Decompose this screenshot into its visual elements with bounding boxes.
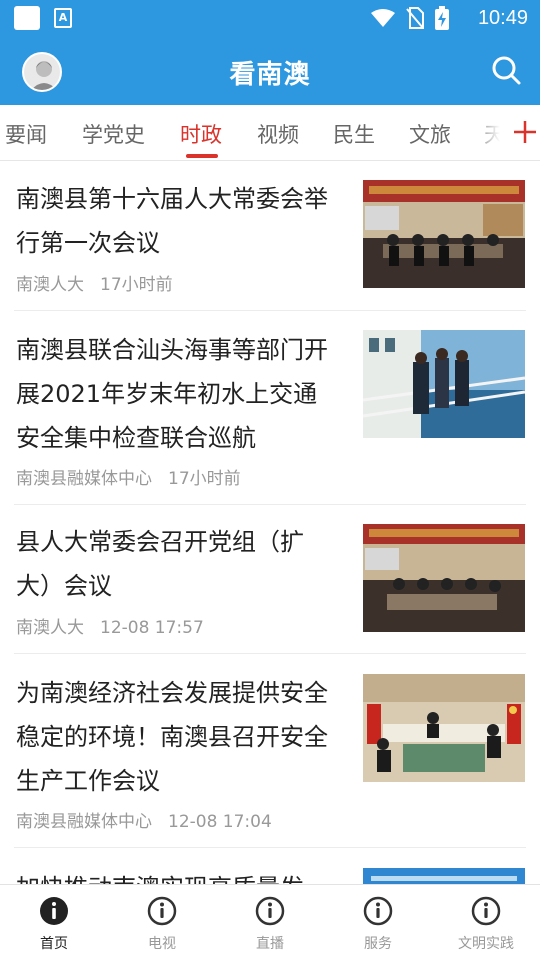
tab-fade (470, 105, 500, 160)
news-title: 南澳县联合汕头海事等部门开展2021年岁末年初水上交通安全集中检查联合巡航 (16, 336, 328, 452)
nav-label: 首页 (40, 936, 68, 952)
news-source: 南澳人大 (16, 618, 84, 638)
notification-square-icon (14, 6, 40, 30)
bottom-nav: 首页 电视 直播 服务 文明实践 (0, 884, 540, 960)
status-bar: A 10:49 (0, 0, 540, 36)
news-title: 为南澳经济社会发展提供安全稳定的环境！南澳县召开安全生产工作会议 (16, 679, 328, 795)
nav-label: 文明实践 (458, 936, 514, 952)
wifi-icon (371, 9, 395, 27)
news-title: 加快推动南澳实现高质量发 (16, 866, 346, 884)
news-time: 17小时前 (100, 275, 173, 295)
page-title: 看南澳 (229, 60, 311, 90)
news-time: 17小时前 (168, 469, 241, 489)
news-item[interactable]: 为南澳经济社会发展提供安全稳定的环境！南澳县召开安全生产工作会议 南澳县融媒体中… (0, 654, 540, 848)
ship-deck-photo (363, 330, 525, 438)
info-icon (471, 896, 501, 926)
news-title: 南澳县第十六届人大常委会举行第一次会议 (16, 185, 328, 257)
news-item[interactable]: 县人大常委会召开党组（扩大）会议 南澳人大 12-08 17:57 (0, 505, 540, 654)
info-icon (255, 896, 285, 926)
nav-services[interactable]: 服务 (324, 885, 432, 960)
news-time: 12-08 17:04 (168, 812, 272, 832)
news-meta: 南澳县融媒体中心 17小时前 (16, 464, 241, 489)
status-icons (370, 6, 450, 30)
clock: 10:49 (477, 7, 528, 29)
tab-wenlv[interactable]: 文旅 (409, 119, 451, 149)
meeting-photo (363, 180, 525, 288)
nav-label: 服务 (364, 936, 392, 952)
add-tab-button[interactable] (500, 105, 540, 160)
info-icon (40, 897, 68, 925)
nav-label: 电视 (148, 936, 176, 952)
nav-live[interactable]: 直播 (216, 885, 324, 960)
active-tab-indicator (186, 154, 218, 158)
app-header: 看南澳 (0, 36, 540, 105)
news-meta: 南澳人大 17小时前 (16, 270, 173, 295)
tab-yaowen[interactable]: 要闻 (5, 119, 47, 149)
nav-tv[interactable]: 电视 (108, 885, 216, 960)
meeting-photo (363, 524, 525, 632)
news-meta: 南澳人大 12-08 17:57 (16, 613, 204, 638)
info-icon (363, 896, 393, 926)
tab-minsheng[interactable]: 民生 (333, 119, 375, 149)
news-source: 南澳人大 (16, 275, 84, 295)
nav-home[interactable]: 首页 (0, 885, 108, 960)
news-source: 南澳县融媒体中心 (16, 812, 152, 832)
tab-xuedangshi[interactable]: 学党史 (82, 119, 145, 149)
search-icon[interactable] (490, 54, 522, 86)
news-item[interactable]: 南澳县联合汕头海事等部门开展2021年岁末年初水上交通安全集中检查联合巡航 南澳… (0, 311, 540, 505)
tab-shizheng[interactable]: 时政 (180, 119, 222, 149)
news-meta: 南澳县融媒体中心 12-08 17:04 (16, 807, 272, 832)
news-item[interactable]: 加快推动南澳实现高质量发 (0, 848, 540, 884)
nav-civilization-practice[interactable]: 文明实践 (432, 885, 540, 960)
tab-shipin[interactable]: 视频 (257, 119, 299, 149)
app-a-icon: A (54, 8, 72, 28)
news-time: 12-08 17:57 (100, 618, 204, 638)
plus-icon (514, 121, 536, 143)
battery-charging-icon (435, 6, 449, 30)
news-source: 南澳县融媒体中心 (16, 469, 152, 489)
category-tabs: 要闻 学党史 时政 视频 民生 文旅 天 (0, 105, 540, 161)
banner-photo (363, 868, 525, 884)
news-title: 县人大常委会召开党组（扩大）会议 (16, 528, 304, 600)
info-icon (147, 896, 177, 926)
news-list: 南澳县第十六届人大常委会举行第一次会议 南澳人大 17小时前 南澳县联合汕头海事… (0, 162, 540, 884)
conference-photo (363, 674, 525, 782)
news-item[interactable]: 南澳县第十六届人大常委会举行第一次会议 南澳人大 17小时前 (0, 162, 540, 311)
no-sim-icon (406, 7, 424, 29)
nav-label: 直播 (256, 936, 284, 952)
